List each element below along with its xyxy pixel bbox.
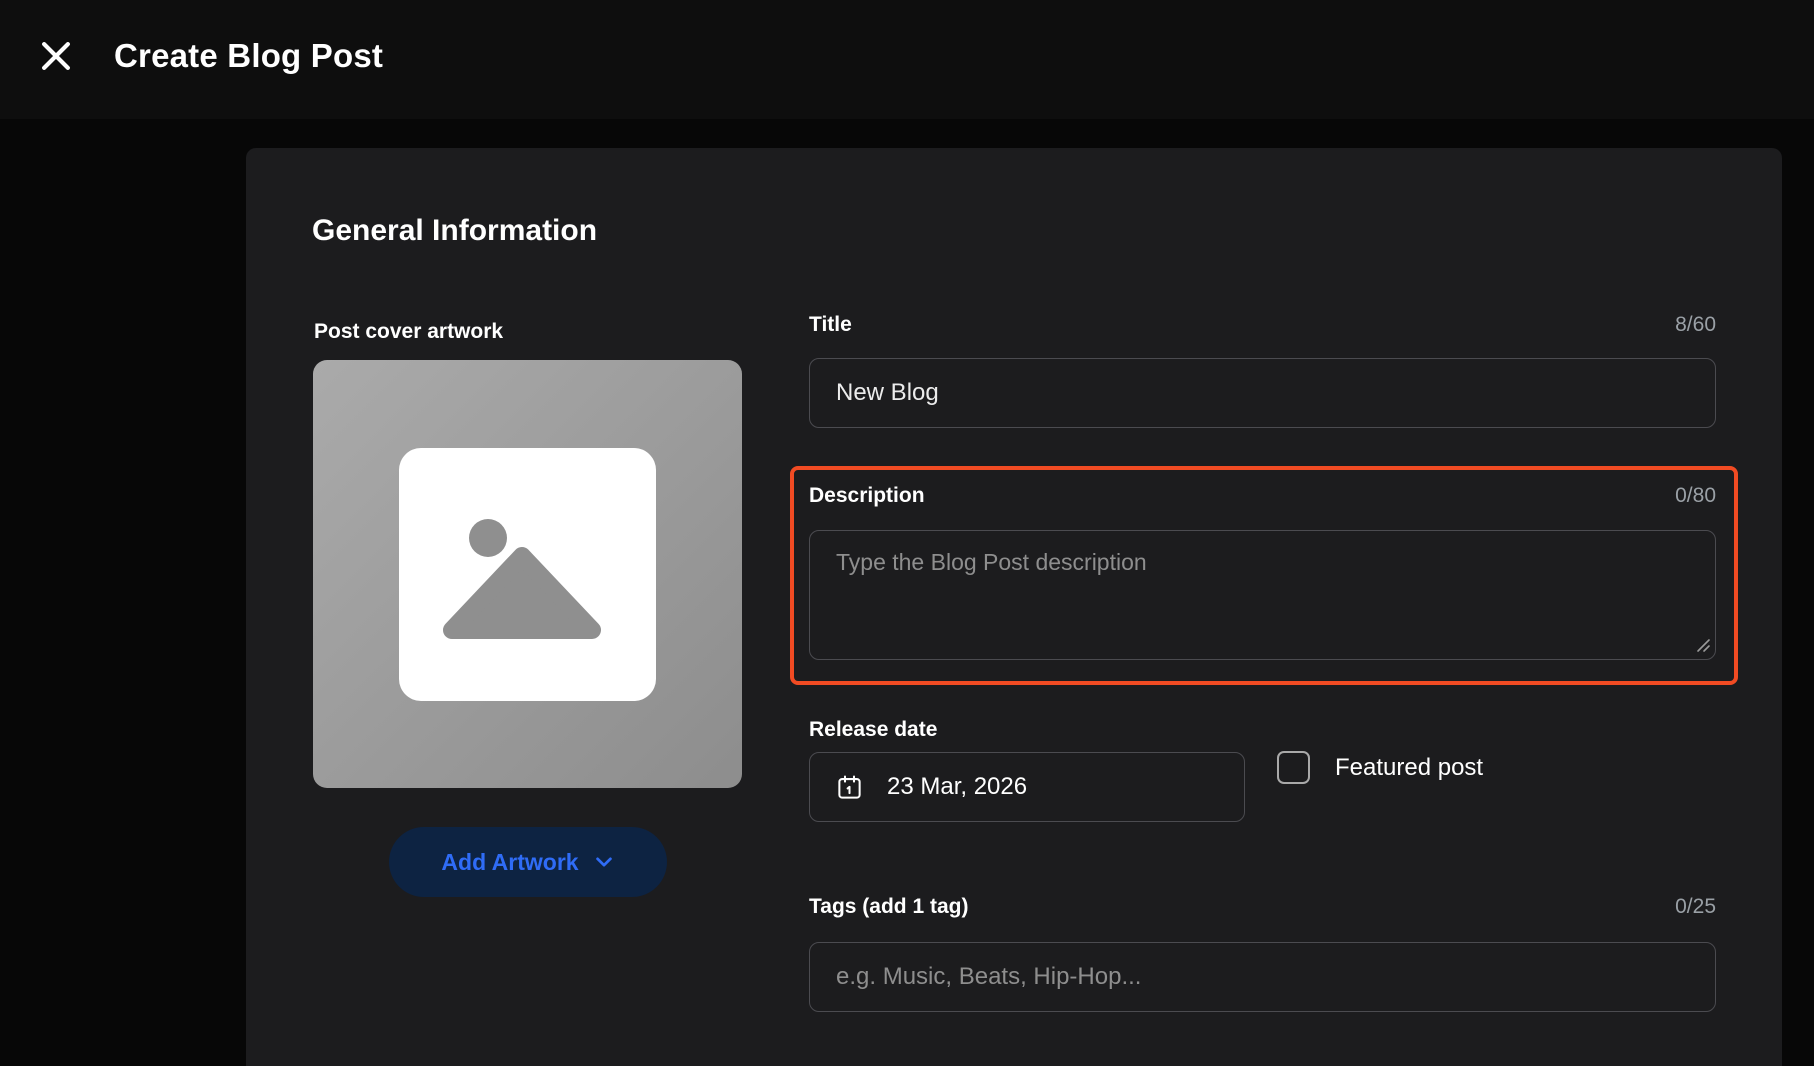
calendar-icon — [838, 774, 861, 799]
close-button[interactable] — [34, 34, 78, 78]
featured-post-row: Featured post — [1277, 751, 1483, 784]
section-title: General Information — [312, 214, 598, 247]
release-date-header: Release date — [809, 718, 1245, 742]
tags-input[interactable] — [809, 942, 1716, 1012]
featured-post-checkbox[interactable] — [1277, 751, 1310, 784]
artwork-label: Post cover artwork — [314, 320, 504, 343]
tags-field-header: Tags (add 1 tag) 0/25 — [809, 895, 1716, 919]
close-icon — [42, 41, 70, 70]
title-field-header: Title 8/60 — [809, 313, 1716, 337]
description-label: Description — [809, 484, 925, 507]
tags-label: Tags (add 1 tag) — [809, 895, 969, 918]
top-bar: Create Blog Post — [0, 0, 1814, 119]
artwork-placeholder[interactable] — [313, 360, 742, 788]
release-date-label: Release date — [809, 718, 938, 741]
form-card: General Information Post cover artwork A… — [246, 148, 1782, 1066]
image-placeholder-frame — [399, 447, 656, 701]
description-field-header: Description 0/80 — [809, 484, 1716, 508]
add-artwork-button[interactable]: Add Artwork — [389, 827, 667, 897]
description-textarea[interactable] — [809, 530, 1716, 660]
release-date-field[interactable]: 23 Mar, 2026 — [809, 752, 1245, 822]
title-input[interactable] — [809, 358, 1716, 428]
featured-post-label: Featured post — [1335, 753, 1484, 781]
release-date-value: 23 Mar, 2026 — [887, 773, 1028, 800]
description-counter: 0/80 — [1675, 484, 1716, 507]
tags-counter: 0/25 — [1675, 895, 1716, 918]
description-textarea-wrap — [809, 530, 1716, 660]
title-counter: 8/60 — [1675, 313, 1716, 336]
image-placeholder-icon — [442, 519, 601, 639]
title-label: Title — [809, 313, 852, 336]
chevron-down-icon — [595, 857, 612, 867]
page-title: Create Blog Post — [114, 36, 384, 74]
add-artwork-label: Add Artwork — [441, 848, 579, 875]
